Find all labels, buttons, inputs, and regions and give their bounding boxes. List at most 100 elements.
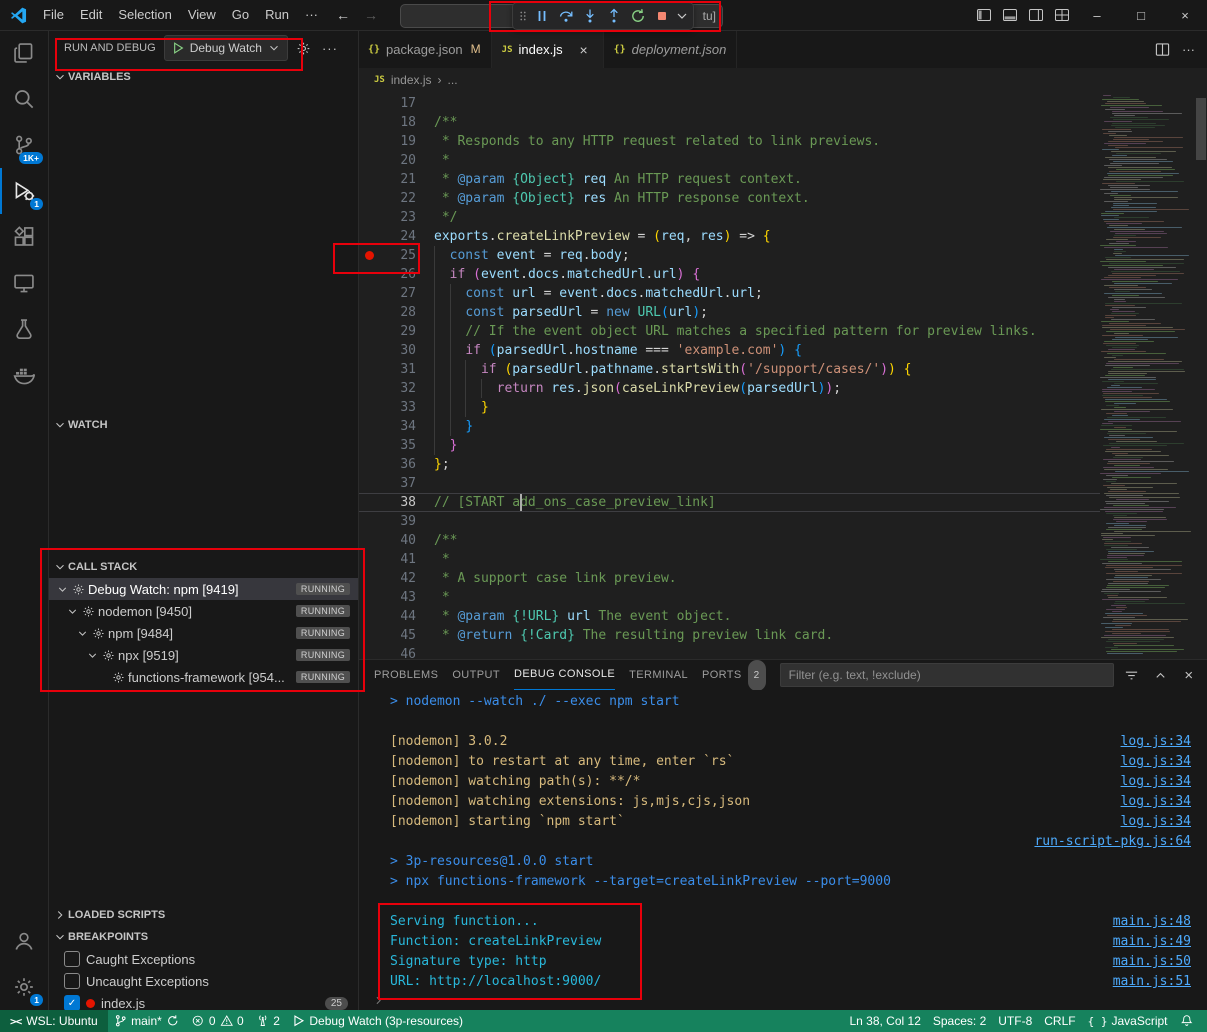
restart-button[interactable]	[626, 4, 650, 28]
callstack-row[interactable]: Debug Watch: npm [9419]RUNNING	[48, 578, 358, 600]
statusbar-notifications[interactable]	[1174, 1010, 1200, 1032]
line-number[interactable]: 37	[380, 476, 416, 491]
sidebar-more-actions[interactable]: ···	[320, 38, 340, 58]
breakpoint-row[interactable]: ✓index.js25	[48, 992, 358, 1010]
close-tab-icon[interactable]: ×	[575, 41, 593, 59]
pause-button[interactable]	[530, 4, 554, 28]
customize-layout-icon[interactable]	[1049, 2, 1075, 28]
debug-console-input[interactable]	[358, 990, 1207, 1010]
code-line[interactable]: 21 * @param {Object} req An HTTP request…	[358, 170, 1100, 189]
activity-source-control[interactable]: 1K+	[0, 122, 48, 168]
code-line[interactable]: 38// [START add_ons_case_preview_link]	[358, 493, 1100, 512]
menu-edit[interactable]: Edit	[72, 4, 110, 26]
line-number[interactable]: 34	[380, 419, 416, 434]
statusbar-encoding[interactable]: UTF-8	[992, 1010, 1038, 1032]
line-number[interactable]: 27	[380, 286, 416, 301]
code-line[interactable]: 27 const url = event.docs.matchedUrl.url…	[358, 284, 1100, 303]
line-number[interactable]: 38	[380, 495, 416, 510]
maximize-button[interactable]: □	[1119, 0, 1163, 30]
maximize-panel-icon[interactable]	[1150, 664, 1170, 686]
console-source-link[interactable]: log.js:34	[1121, 732, 1191, 752]
breakpoint-row[interactable]: Caught Exceptions	[48, 948, 358, 970]
close-panel-icon[interactable]: ×	[1179, 664, 1199, 686]
editor-scrollbar[interactable]	[1195, 92, 1207, 659]
back-arrow-icon[interactable]: ←	[336, 7, 350, 23]
menu-view[interactable]: View	[180, 4, 224, 26]
code-line[interactable]: 22 * @param {Object} res An HTTP respons…	[358, 189, 1100, 208]
menu-file[interactable]: File	[35, 4, 72, 26]
toggle-panel-icon[interactable]	[997, 2, 1023, 28]
line-number[interactable]: 21	[380, 172, 416, 187]
callstack-section-header[interactable]: CALL STACK	[48, 556, 358, 578]
step-out-button[interactable]	[602, 4, 626, 28]
line-number[interactable]: 33	[380, 400, 416, 415]
line-number[interactable]: 22	[380, 191, 416, 206]
step-into-button[interactable]	[578, 4, 602, 28]
minimize-button[interactable]: –	[1075, 0, 1119, 30]
code-line[interactable]: 32 return res.json(caseLinkPreview(parse…	[358, 379, 1100, 398]
line-number[interactable]: 30	[380, 343, 416, 358]
console-source-link[interactable]: run-script-pkg.js:64	[1034, 832, 1191, 852]
code-line[interactable]: 20 *	[358, 151, 1100, 170]
line-number[interactable]: 44	[380, 609, 416, 624]
scrollbar-thumb[interactable]	[1196, 98, 1206, 160]
stop-button[interactable]	[650, 4, 674, 28]
toolbar-chevron-button[interactable]	[674, 4, 690, 28]
callstack-row[interactable]: nodemon [9450]RUNNING	[48, 600, 358, 622]
line-number[interactable]: 41	[380, 552, 416, 567]
minimap[interactable]	[1100, 92, 1195, 659]
line-number[interactable]: 42	[380, 571, 416, 586]
code-line[interactable]: 31 if (parsedUrl.pathname.startsWith('/s…	[358, 360, 1100, 379]
breakpoint-gutter[interactable]	[358, 251, 380, 260]
line-number[interactable]: 26	[380, 267, 416, 282]
console-source-link[interactable]: main.js:51	[1113, 972, 1191, 990]
statusbar-language[interactable]: { }JavaScript	[1082, 1010, 1174, 1032]
code-line[interactable]: 45 * @return {!Card} The resulting previ…	[358, 626, 1100, 645]
line-number[interactable]: 18	[380, 115, 416, 130]
statusbar-problems[interactable]: 00	[185, 1010, 249, 1032]
panel-tab-terminal[interactable]: TERMINAL	[629, 661, 688, 690]
code-line[interactable]: 44 * @param {!URL} url The event object.	[358, 607, 1100, 626]
code-line[interactable]: 43 *	[358, 588, 1100, 607]
menu-selection[interactable]: Selection	[110, 4, 179, 26]
activity-docker[interactable]	[0, 352, 48, 398]
line-number[interactable]: 17	[380, 96, 416, 111]
line-number[interactable]: 28	[380, 305, 416, 320]
breakpoint-row[interactable]: Uncaught Exceptions	[48, 970, 358, 992]
tab-deployment.json[interactable]: {}deployment.json	[604, 30, 738, 68]
code-line[interactable]: 37	[358, 474, 1100, 493]
callstack-row[interactable]: npm [9484]RUNNING	[48, 622, 358, 644]
console-source-link[interactable]: log.js:34	[1121, 812, 1191, 832]
statusbar-debug-session[interactable]: Debug Watch (3p-resources)	[286, 1010, 469, 1032]
tab-package.json[interactable]: {}package.jsonM	[358, 30, 492, 68]
loaded-scripts-section-header[interactable]: LOADED SCRIPTS	[48, 904, 358, 926]
activity-testing[interactable]	[0, 306, 48, 352]
code-line[interactable]: 24exports.createLinkPreview = (req, res)…	[358, 227, 1100, 246]
code-line[interactable]: 30 if (parsedUrl.hostname === 'example.c…	[358, 341, 1100, 360]
code-line[interactable]: 25 const event = req.body;	[358, 246, 1100, 265]
activity-settings[interactable]: 1	[0, 964, 48, 1010]
code-line[interactable]: 19 * Responds to any HTTP request relate…	[358, 132, 1100, 151]
line-number[interactable]: 29	[380, 324, 416, 339]
statusbar-indentation[interactable]: Spaces: 2	[927, 1010, 992, 1032]
activity-accounts[interactable]	[0, 918, 48, 964]
panel-tab-output[interactable]: OUTPUT	[452, 661, 500, 690]
console-source-link[interactable]: log.js:34	[1121, 772, 1191, 792]
forward-arrow-icon[interactable]: →	[364, 7, 378, 23]
step-over-button[interactable]	[554, 4, 578, 28]
line-number[interactable]: 31	[380, 362, 416, 377]
line-number[interactable]: 35	[380, 438, 416, 453]
panel-tab-ports[interactable]: PORTS2	[702, 661, 766, 690]
console-source-link[interactable]: log.js:34	[1121, 752, 1191, 772]
debug-settings-gear-icon[interactable]	[294, 38, 314, 58]
panel-tab-debug-console[interactable]: DEBUG CONSOLE	[514, 660, 615, 690]
statusbar-branch[interactable]: main*	[108, 1010, 186, 1032]
breakpoints-section-header[interactable]: BREAKPOINTS	[48, 926, 358, 948]
menu-go[interactable]: Go	[224, 4, 257, 26]
toggle-secondary-sidebar-icon[interactable]	[1023, 2, 1049, 28]
code-line[interactable]: 36};	[358, 455, 1100, 474]
callstack-row[interactable]: npx [9519]RUNNING	[48, 644, 358, 666]
breakpoint-checkbox[interactable]	[64, 951, 80, 967]
drag-grip-button[interactable]	[516, 4, 530, 28]
statusbar-cursor-position[interactable]: Ln 38, Col 12	[843, 1010, 926, 1032]
